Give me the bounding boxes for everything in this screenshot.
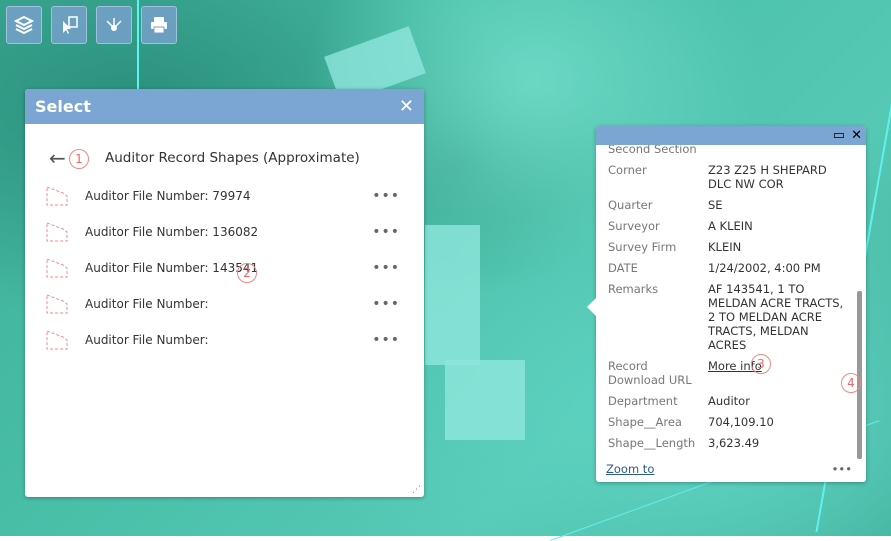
- field-label: Surveyor: [608, 219, 660, 233]
- more-options-button[interactable]: •••: [372, 188, 400, 204]
- result-item[interactable]: Auditor File Number: •••: [25, 322, 424, 358]
- more-options-button[interactable]: •••: [372, 224, 400, 240]
- select-tool-button[interactable]: [51, 6, 87, 44]
- field-label: Corner: [608, 163, 647, 177]
- field-value: Auditor: [708, 394, 750, 408]
- field-value: Z23 Z25 H SHEPARD DLC NW COR: [708, 163, 827, 191]
- more-options-button[interactable]: •••: [372, 332, 400, 348]
- select-icon: [63, 16, 78, 34]
- field-value: AF 143541, 1 TO MELDAN ACRE TRACTS, 2 TO…: [708, 282, 844, 352]
- close-icon[interactable]: ✕: [851, 128, 862, 143]
- result-label: Auditor File Number:: [85, 297, 209, 311]
- field-row: DATE 1/24/2002, 4:00 PM: [596, 261, 856, 275]
- field-row: Quarter SE: [596, 198, 856, 212]
- field-row: Corner Z23 Z25 H SHEPARD DLC NW COR: [596, 163, 856, 191]
- polygon-shape-icon: [46, 294, 68, 314]
- field-label: Survey Firm: [608, 240, 677, 254]
- more-options-button[interactable]: •••: [372, 296, 400, 312]
- polygon-shape-icon: [46, 186, 68, 206]
- feature-popup: ▭ ✕ Second Section Corner Z23 Z25 H SHEPA…: [587, 126, 866, 482]
- more-actions-button[interactable]: •••: [832, 462, 852, 476]
- result-label: Auditor File Number: 136082: [85, 225, 259, 239]
- field-value: 1/24/2002, 4:00 PM: [708, 261, 821, 275]
- layer-title: Auditor Record Shapes (Approximate): [105, 150, 360, 166]
- result-label: Auditor File Number: 143541: [85, 261, 259, 275]
- field-value: KLEIN: [708, 240, 742, 254]
- polygon-shape-icon: [46, 258, 68, 278]
- panel-title: Select: [35, 97, 91, 116]
- annotation-marker: 2: [237, 263, 257, 283]
- field-row: Remarks AF 143541, 1 TO MELDAN ACRE TRACT…: [596, 282, 856, 352]
- field-label: Remarks: [608, 282, 659, 296]
- more-options-button[interactable]: •••: [372, 260, 400, 276]
- resize-handle[interactable]: ⋰: [412, 485, 421, 495]
- result-item[interactable]: Auditor File Number: 136082 •••: [25, 214, 424, 250]
- field-row: Shape__Length 3,623.49: [596, 436, 856, 450]
- print-button[interactable]: [141, 6, 177, 44]
- maximize-icon[interactable]: ▭: [833, 128, 845, 143]
- field-row: Record Download URL More info: [596, 359, 856, 387]
- field-value: A KLEIN: [708, 219, 753, 233]
- field-label: Second Section: [608, 145, 697, 156]
- field-row: Department Auditor: [596, 394, 856, 408]
- polygon-shape-icon: [46, 330, 68, 350]
- field-row: Survey Firm KLEIN: [596, 240, 856, 254]
- close-icon[interactable]: ✕: [399, 96, 414, 117]
- field-label: Quarter: [608, 198, 653, 212]
- result-label: Auditor File Number: 79974: [85, 189, 251, 203]
- result-item[interactable]: Auditor File Number: 143541 •••: [25, 250, 424, 286]
- field-value: SE: [708, 198, 723, 212]
- field-label: DATE: [608, 261, 638, 275]
- share-button[interactable]: [96, 6, 132, 44]
- result-item[interactable]: Auditor File Number: 79974 •••: [25, 178, 424, 214]
- result-label: Auditor File Number:: [85, 333, 209, 347]
- annotation-marker: 3: [751, 354, 771, 374]
- zoom-to-link[interactable]: Zoom to: [606, 462, 654, 476]
- layers-icon: [14, 15, 34, 35]
- field-label: Shape__Length: [608, 436, 696, 450]
- result-item[interactable]: Auditor File Number: •••: [25, 286, 424, 322]
- field-value: 704,109.10: [708, 415, 774, 429]
- field-value: 3,623.49: [708, 436, 760, 450]
- select-panel: Select ✕ ← Auditor Record Shapes (Approxi…: [25, 89, 424, 497]
- popup-content: Second Section Corner Z23 Z25 H SHEPARD D…: [596, 145, 856, 456]
- print-icon: [151, 17, 167, 34]
- field-row: Shape__Area 704,109.10: [596, 415, 856, 429]
- annotation-marker: 4: [841, 373, 861, 393]
- field-label: Record Download URL: [608, 359, 692, 387]
- annotation-marker: 1: [69, 149, 89, 169]
- share-icon: [106, 18, 122, 31]
- layers-button[interactable]: [6, 6, 42, 44]
- polygon-shape-icon: [46, 222, 68, 242]
- field-row: Surveyor A KLEIN: [596, 219, 856, 233]
- field-label: Department: [608, 394, 678, 408]
- field-label: Shape__Area: [608, 415, 682, 429]
